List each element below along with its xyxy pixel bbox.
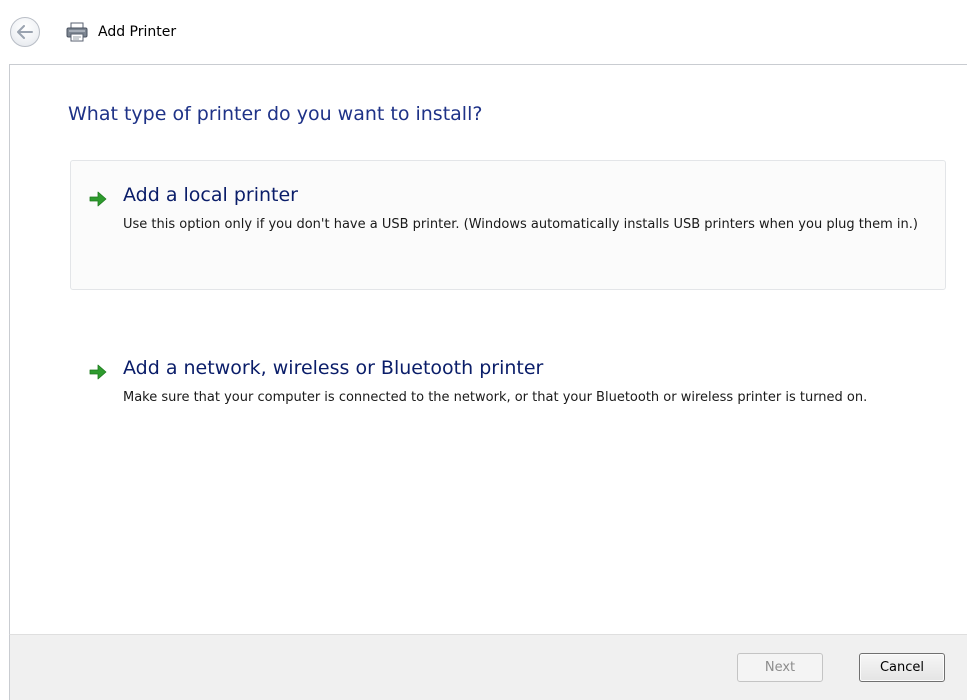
page-heading: What type of printer do you want to inst… bbox=[68, 103, 483, 125]
printer-icon bbox=[66, 22, 88, 42]
option-title: Add a network, wireless or Bluetooth pri… bbox=[123, 357, 544, 379]
wizard-header: Add Printer bbox=[0, 0, 967, 64]
back-button[interactable] bbox=[10, 17, 40, 47]
green-arrow-icon bbox=[89, 191, 107, 207]
next-button[interactable]: Next bbox=[737, 653, 823, 682]
wizard-footer: Next Cancel bbox=[9, 634, 967, 700]
wizard-content: What type of printer do you want to inst… bbox=[9, 64, 967, 634]
cancel-button[interactable]: Cancel bbox=[859, 653, 945, 682]
option-description: Use this option only if you don't have a… bbox=[123, 217, 918, 232]
green-arrow-icon bbox=[89, 364, 107, 380]
option-add-network-printer[interactable]: Add a network, wireless or Bluetooth pri… bbox=[70, 333, 946, 453]
add-printer-window: Add Printer What type of printer do you … bbox=[0, 0, 967, 700]
option-title: Add a local printer bbox=[123, 184, 298, 206]
back-arrow-icon bbox=[17, 25, 33, 39]
option-description: Make sure that your computer is connecte… bbox=[123, 390, 868, 405]
option-add-local-printer[interactable]: Add a local printer Use this option only… bbox=[70, 160, 946, 290]
window-title: Add Printer bbox=[98, 24, 177, 40]
